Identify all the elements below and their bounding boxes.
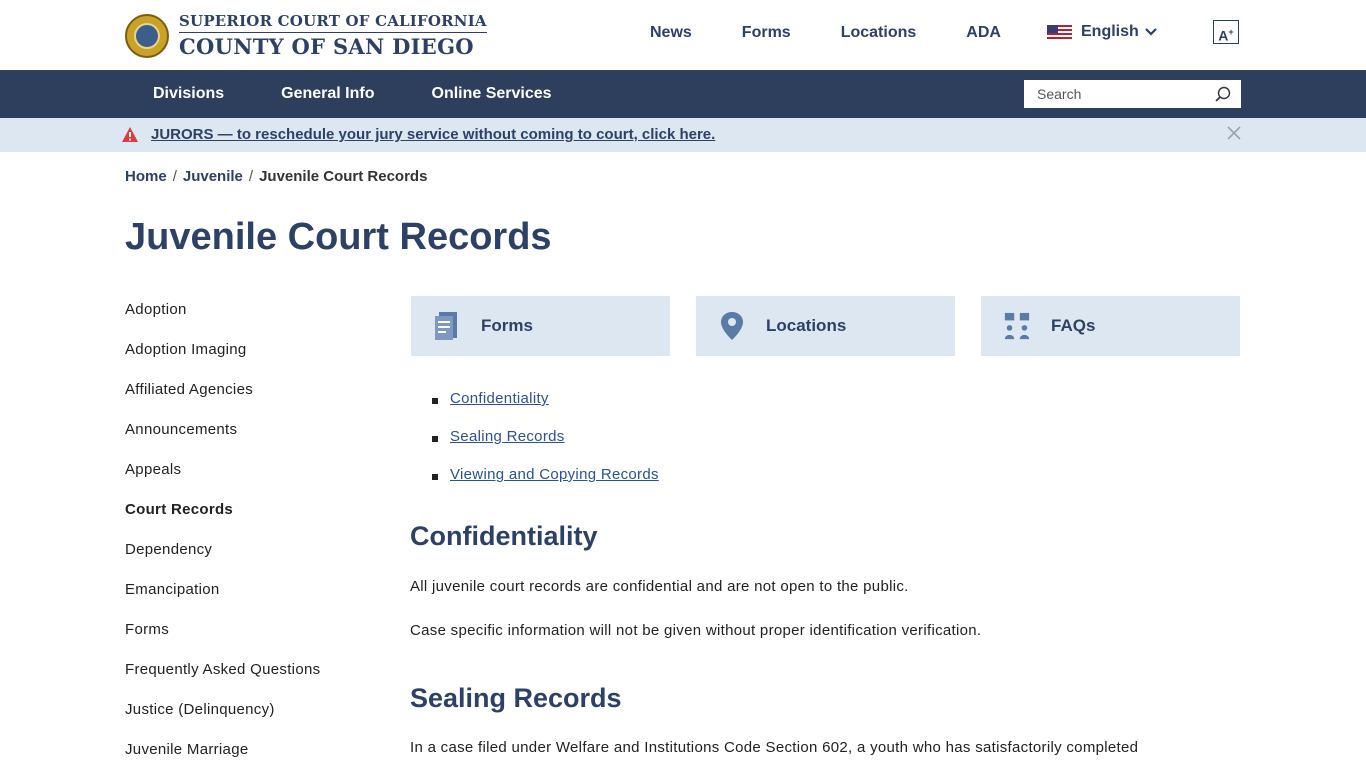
top-link-locations[interactable]: Locations bbox=[841, 24, 917, 42]
sidebar-item-court-records[interactable]: Court Records bbox=[125, 500, 320, 540]
heading-sealing-records: Sealing Records bbox=[410, 683, 622, 713]
sidebar-item-justice[interactable]: Justice (Delinquency) bbox=[125, 700, 320, 740]
search-icon[interactable] bbox=[1215, 86, 1231, 102]
nav-item-divisions[interactable]: Divisions bbox=[153, 85, 224, 103]
alert-banner: JURORS — to reschedule your jury service… bbox=[0, 118, 1366, 152]
paragraph: Case specific information will not be gi… bbox=[410, 622, 982, 639]
card-forms-label: Forms bbox=[481, 316, 533, 335]
card-faqs[interactable]: FAQs bbox=[981, 296, 1240, 356]
table-of-contents: Confidentiality Sealing Records Viewing … bbox=[432, 390, 659, 504]
sidebar-item-affiliated-agencies[interactable]: Affiliated Agencies bbox=[125, 380, 320, 420]
top-link-forms[interactable]: Forms bbox=[742, 24, 791, 42]
page-title: Juvenile Court Records bbox=[125, 216, 552, 258]
logo-line-1: SUPERIOR COURT OF CALIFORNIA bbox=[179, 12, 487, 33]
court-logo[interactable]: SUPERIOR COURT OF CALIFORNIA COUNTY OF S… bbox=[125, 12, 487, 59]
breadcrumb-juvenile[interactable]: Juvenile bbox=[183, 168, 243, 185]
chevron-down-icon bbox=[1145, 28, 1157, 36]
language-label: English bbox=[1081, 23, 1139, 40]
toc-link-confidentiality[interactable]: Confidentiality bbox=[450, 390, 549, 407]
breadcrumb-home[interactable]: Home bbox=[125, 168, 167, 185]
list-item: Confidentiality bbox=[432, 390, 659, 428]
card-forms[interactable]: Forms bbox=[411, 296, 670, 356]
paragraph: All juvenile court records are confident… bbox=[410, 578, 909, 595]
plus-icon: + bbox=[1228, 27, 1234, 37]
main-nav: Divisions General Info Online Services bbox=[0, 70, 1366, 118]
sidebar-item-faq[interactable]: Frequently Asked Questions bbox=[125, 660, 320, 700]
alert-link[interactable]: JURORS — to reschedule your jury service… bbox=[151, 126, 715, 143]
search-box bbox=[1024, 80, 1241, 108]
toc-link-viewing-copying[interactable]: Viewing and Copying Records bbox=[450, 466, 659, 483]
sidebar-item-juvenile-marriage[interactable]: Juvenile Marriage bbox=[125, 740, 320, 768]
card-locations[interactable]: Locations bbox=[696, 296, 955, 356]
card-locations-label: Locations bbox=[766, 316, 847, 335]
heading-confidentiality: Confidentiality bbox=[410, 521, 598, 551]
top-links: News Forms Locations ADA bbox=[650, 24, 1051, 42]
logo-line-2: COUNTY OF SAN DIEGO bbox=[179, 34, 474, 59]
nav-item-online-services[interactable]: Online Services bbox=[432, 85, 552, 103]
close-icon[interactable] bbox=[1227, 126, 1241, 140]
sidebar-item-adoption-imaging[interactable]: Adoption Imaging bbox=[125, 340, 320, 380]
sidebar-item-announcements[interactable]: Announcements bbox=[125, 420, 320, 460]
language-selector[interactable]: English bbox=[1047, 23, 1157, 41]
site-header: SUPERIOR COURT OF CALIFORNIA COUNTY OF S… bbox=[0, 0, 1366, 70]
nav-item-general-info[interactable]: General Info bbox=[281, 85, 374, 103]
sidebar-item-adoption[interactable]: Adoption bbox=[125, 300, 320, 340]
list-item: Sealing Records bbox=[432, 428, 659, 466]
sidebar: Adoption Adoption Imaging Affiliated Age… bbox=[125, 300, 320, 768]
sidebar-item-dependency[interactable]: Dependency bbox=[125, 540, 320, 580]
people-question-icon bbox=[1004, 312, 1030, 340]
top-link-news[interactable]: News bbox=[650, 24, 692, 42]
us-flag-icon bbox=[1047, 25, 1072, 39]
breadcrumb: Home / Juvenile / Juvenile Court Records bbox=[125, 168, 428, 185]
sidebar-item-forms[interactable]: Forms bbox=[125, 620, 320, 660]
map-pin-icon bbox=[721, 312, 743, 340]
sidebar-item-appeals[interactable]: Appeals bbox=[125, 460, 320, 500]
search-input[interactable] bbox=[1035, 80, 1209, 108]
top-link-ada[interactable]: ADA bbox=[966, 24, 1001, 42]
document-icon bbox=[435, 312, 457, 340]
warning-icon bbox=[122, 127, 138, 142]
paragraph: In a case filed under Welfare and Instit… bbox=[410, 739, 1139, 756]
sidebar-item-emancipation[interactable]: Emancipation bbox=[125, 580, 320, 620]
toc-link-sealing-records[interactable]: Sealing Records bbox=[450, 428, 565, 445]
court-seal-icon bbox=[125, 13, 169, 58]
page: SUPERIOR COURT OF CALIFORNIA COUNTY OF S… bbox=[0, 0, 1366, 768]
breadcrumb-current: Juvenile Court Records bbox=[259, 168, 428, 185]
font-size-button[interactable]: A+ bbox=[1213, 20, 1239, 44]
card-faqs-label: FAQs bbox=[1051, 316, 1096, 335]
list-item: Viewing and Copying Records bbox=[432, 466, 659, 504]
